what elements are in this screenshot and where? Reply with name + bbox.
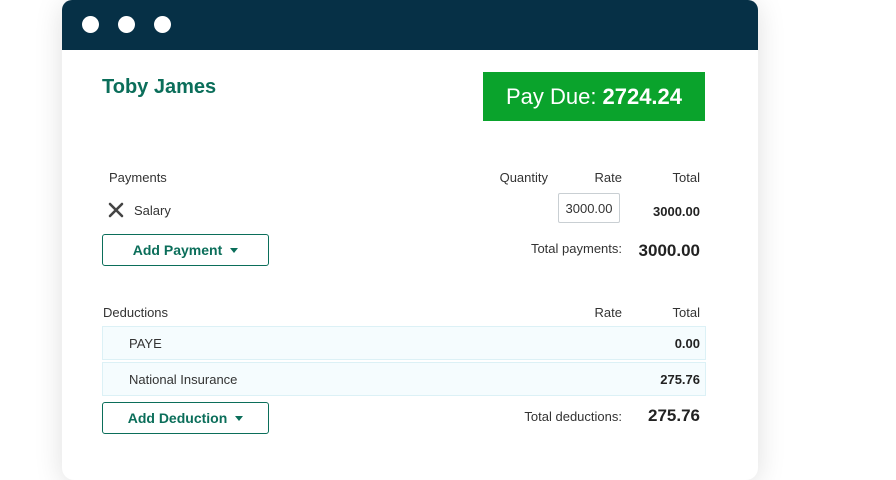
caret-down-icon xyxy=(235,415,244,421)
app-window: Toby James Pay Due: 2724.24 Payments Qua… xyxy=(62,0,758,480)
deduction-name: National Insurance xyxy=(129,372,238,387)
remove-payment-icon[interactable] xyxy=(108,202,124,218)
add-payment-label: Add Payment xyxy=(132,242,223,258)
deduction-total: 275.76 xyxy=(660,372,700,387)
total-payments-value: 3000.00 xyxy=(638,241,700,260)
deduction-row: National Insurance 275.76 xyxy=(102,362,706,396)
window-dot-2[interactable] xyxy=(118,16,135,33)
total-deductions-value: 275.76 xyxy=(648,406,700,425)
add-deduction-button[interactable]: Add Deduction xyxy=(102,402,269,434)
payments-heading: Payments xyxy=(109,170,167,185)
add-payment-button[interactable]: Add Payment xyxy=(102,234,269,266)
window-dot-1[interactable] xyxy=(82,16,99,33)
total-payments-label: Total payments: xyxy=(530,241,622,256)
add-deduction-label: Add Deduction xyxy=(127,410,228,426)
caret-down-icon xyxy=(230,247,239,253)
deduction-name: PAYE xyxy=(129,336,162,351)
payments-col-total: Total xyxy=(672,170,700,185)
pay-due-label: Pay Due: xyxy=(505,83,597,109)
total-deductions-label: Total deductions: xyxy=(524,409,622,424)
payment-item-total: 3000.00 xyxy=(653,204,700,219)
payments-col-quantity: Quantity xyxy=(499,170,548,185)
employee-name: Toby James xyxy=(102,76,217,98)
window-dot-3[interactable] xyxy=(154,16,171,33)
deduction-row: PAYE 0.00 xyxy=(102,326,706,360)
window-titlebar xyxy=(62,0,758,50)
payment-item-name: Salary xyxy=(134,203,171,218)
deduction-total: 0.00 xyxy=(674,336,700,351)
deductions-col-rate: Rate xyxy=(594,305,622,320)
pay-due-badge: Pay Due: 2724.24 xyxy=(483,72,705,121)
deductions-col-total: Total xyxy=(672,305,700,320)
pay-due-amount: 2724.24 xyxy=(602,83,683,109)
deductions-heading: Deductions xyxy=(103,305,169,320)
payment-rate-input[interactable] xyxy=(558,193,620,223)
payments-col-rate: Rate xyxy=(594,170,622,185)
